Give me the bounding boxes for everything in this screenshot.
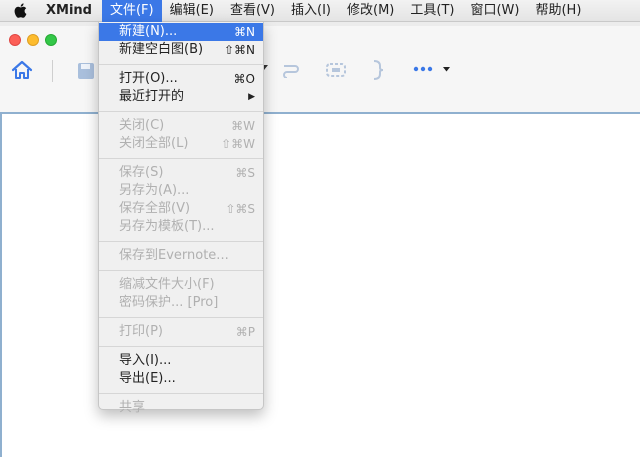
boundary-icon[interactable] xyxy=(324,60,348,80)
menu-item-label: 保存全部(V) xyxy=(119,201,191,216)
chevron-down-icon[interactable] xyxy=(441,64,451,74)
relationship-icon[interactable] xyxy=(280,60,302,80)
shortcut-label: ⌘P xyxy=(235,325,255,339)
menu-item-close-all[interactable]: 关闭全部(L) ⇧⌘W xyxy=(99,135,263,153)
shortcut-label: ⇧⌘N xyxy=(223,43,255,57)
shortcut-label: ⇧⌘W xyxy=(221,137,255,151)
menu-item-share[interactable]: 共享 xyxy=(99,399,263,417)
save-icon[interactable] xyxy=(74,60,98,82)
apple-menu[interactable] xyxy=(0,0,40,22)
menu-separator xyxy=(99,64,263,65)
title-bar xyxy=(0,26,640,50)
menu-item-label: 关闭(C) xyxy=(119,118,165,133)
menu-item-label: 新建(N)... xyxy=(119,24,178,39)
menu-view[interactable]: 查看(V) xyxy=(222,0,283,22)
menu-help[interactable]: 帮助(H) xyxy=(527,0,589,22)
menu-item-save-as[interactable]: 另存为(A)... xyxy=(99,182,263,200)
app-name-menu[interactable]: XMind xyxy=(40,3,102,18)
menu-item-save-as-template[interactable]: 另存为模板(T)... xyxy=(99,218,263,236)
menu-separator xyxy=(99,393,263,394)
apple-icon xyxy=(14,3,26,18)
file-menu-dropdown: 新建(N)... ⌘N 新建空白图(B) ⇧⌘N 打开(O)... ⌘O 最近打… xyxy=(98,22,264,415)
minimize-window-button[interactable] xyxy=(27,34,39,46)
menu-item-label: 关闭全部(L) xyxy=(119,136,189,151)
more-icon[interactable] xyxy=(412,62,434,76)
menu-item-label: 密码保护... [Pro] xyxy=(119,295,219,310)
menu-item-label: 打印(P) xyxy=(119,324,163,339)
menu-window[interactable]: 窗口(W) xyxy=(462,0,527,22)
menu-item-label: 另存为(A)... xyxy=(119,183,190,198)
close-window-button[interactable] xyxy=(9,34,21,46)
menu-item-export[interactable]: 导出(E)... xyxy=(99,370,263,388)
menu-item-label: 缩减文件大小(F) xyxy=(119,277,215,292)
summary-icon[interactable] xyxy=(368,58,388,82)
menu-item-save-to-evernote[interactable]: 保存到Evernote... xyxy=(99,247,263,265)
menu-separator xyxy=(99,317,263,318)
menu-item-reduce-file-size[interactable]: 缩减文件大小(F) xyxy=(99,276,263,294)
menu-item-new[interactable]: 新建(N)... ⌘N xyxy=(99,23,263,41)
menu-item-save-all[interactable]: 保存全部(V) ⇧⌘S xyxy=(99,200,263,218)
toolbar xyxy=(0,54,640,90)
menu-item-close[interactable]: 关闭(C) ⌘W xyxy=(99,117,263,135)
menu-modify[interactable]: 修改(M) xyxy=(339,0,402,22)
menu-separator xyxy=(99,346,263,347)
menu-item-new-blank-map[interactable]: 新建空白图(B) ⇧⌘N xyxy=(99,41,263,59)
menu-item-label: 保存(S) xyxy=(119,165,164,180)
menu-item-label: 打开(O)... xyxy=(119,71,178,86)
menu-item-label: 导出(E)... xyxy=(119,371,176,386)
menu-item-label: 保存到Evernote... xyxy=(119,248,229,263)
menu-item-save[interactable]: 保存(S) ⌘S xyxy=(99,164,263,182)
menu-item-label: 共享 xyxy=(119,400,146,415)
menu-item-password-protect[interactable]: 密码保护... [Pro] xyxy=(99,294,263,312)
shortcut-label: ⌘N xyxy=(234,25,255,39)
menu-item-open[interactable]: 打开(O)... ⌘O xyxy=(99,70,263,88)
shortcut-label: ⇧⌘S xyxy=(225,202,255,216)
submenu-arrow-icon: ▶ xyxy=(248,92,255,102)
shortcut-label: ⌘O xyxy=(233,72,255,86)
shortcut-label: ⌘W xyxy=(231,119,255,133)
zoom-window-button[interactable] xyxy=(45,34,57,46)
menu-edit[interactable]: 编辑(E) xyxy=(162,0,222,22)
toolbar-separator xyxy=(52,60,53,82)
menu-separator xyxy=(99,158,263,159)
menu-item-recent[interactable]: 最近打开的 ▶ xyxy=(99,88,263,106)
shortcut-label: ⌘S xyxy=(235,166,255,180)
menu-separator xyxy=(99,241,263,242)
menu-item-label: 导入(I)... xyxy=(119,353,172,368)
menu-item-label: 另存为模板(T)... xyxy=(119,219,215,234)
menu-item-import[interactable]: 导入(I)... xyxy=(99,352,263,370)
home-icon[interactable] xyxy=(10,58,34,82)
menu-file[interactable]: 文件(F) xyxy=(101,0,162,22)
menu-insert[interactable]: 插入(I) xyxy=(283,0,339,22)
menu-tools[interactable]: 工具(T) xyxy=(402,0,462,22)
menu-separator xyxy=(99,270,263,271)
menu-bar: XMind 文件(F) 编辑(E) 查看(V) 插入(I) 修改(M) 工具(T… xyxy=(0,0,640,22)
menu-item-print[interactable]: 打印(P) ⌘P xyxy=(99,323,263,341)
menu-separator xyxy=(99,111,263,112)
editor-canvas[interactable] xyxy=(0,112,640,457)
menu-item-label: 最近打开的 xyxy=(119,89,185,104)
app-window xyxy=(0,26,640,457)
menu-item-label: 新建空白图(B) xyxy=(119,42,204,57)
